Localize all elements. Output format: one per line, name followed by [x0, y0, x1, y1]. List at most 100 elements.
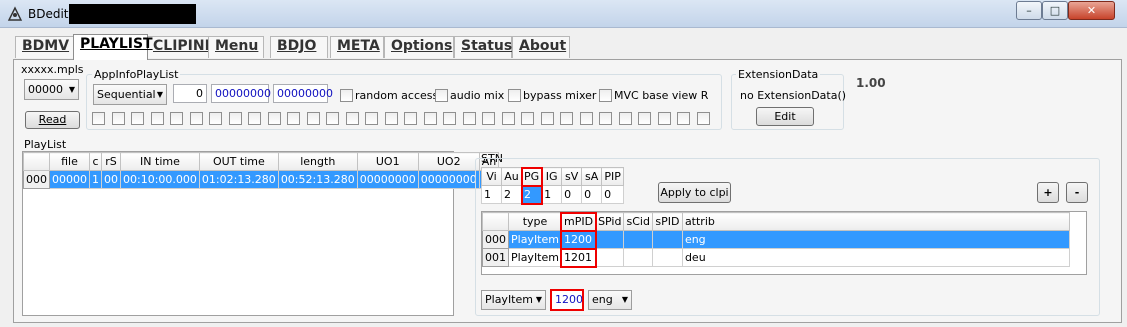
- uo-mask-checkbox[interactable]: [287, 112, 300, 125]
- column-header[interactable]: mPID: [560, 211, 597, 232]
- column-header[interactable]: IN time: [120, 152, 200, 171]
- uo-mask-checkbox[interactable]: [326, 112, 339, 125]
- uo-mask-checkbox[interactable]: [228, 112, 242, 125]
- uo-mask-checkbox[interactable]: [521, 112, 534, 125]
- apply-to-clpi-button[interactable]: Apply to clpi: [658, 182, 731, 203]
- table-cell[interactable]: [651, 230, 683, 249]
- stream-type-select[interactable]: PlayItem ▼: [481, 290, 546, 310]
- tab-menu[interactable]: Menu: [208, 36, 264, 58]
- table-cell[interactable]: 01:02:13.280: [198, 170, 279, 189]
- uo-mask-checkbox[interactable]: [92, 112, 105, 125]
- uo-mask-checkbox[interactable]: [267, 112, 281, 125]
- uo-mask-checkbox[interactable]: [189, 112, 203, 125]
- tab-playlist[interactable]: PLAYLIST: [73, 34, 153, 60]
- column-header[interactable]: UO1: [356, 152, 419, 171]
- tab-about[interactable]: About: [512, 36, 570, 58]
- table-cell[interactable]: 00: [101, 170, 121, 189]
- playlist-count-input[interactable]: 0: [173, 84, 207, 103]
- mpid-input[interactable]: 1200: [550, 289, 584, 311]
- table-row[interactable]: 000 PlayItem 1200 eng: [482, 229, 1071, 250]
- uo-mask-checkbox[interactable]: [170, 112, 183, 125]
- tab-meta[interactable]: META: [330, 36, 384, 58]
- table-cell[interactable]: [595, 248, 625, 267]
- uo-mask2-input[interactable]: 00000000: [273, 84, 333, 103]
- table-cell[interactable]: eng: [681, 230, 1071, 249]
- uo-mask-checkbox[interactable]: [404, 112, 417, 125]
- uo-mask-checkbox[interactable]: [150, 112, 164, 125]
- uo-mask-checkbox[interactable]: [482, 112, 495, 125]
- tab-bdjo[interactable]: BDJO: [270, 36, 328, 58]
- uo-mask-checkbox[interactable]: [443, 112, 456, 125]
- column-header[interactable]: type: [508, 212, 562, 231]
- read-button[interactable]: Read: [25, 111, 80, 129]
- table-cell[interactable]: PlayItem: [508, 248, 562, 267]
- table-cell[interactable]: 1: [481, 185, 502, 204]
- add-stream-button[interactable]: +: [1037, 182, 1059, 203]
- extension-edit-button[interactable]: Edit: [756, 107, 814, 126]
- uo-mask-checkbox[interactable]: [599, 112, 612, 125]
- table-cell[interactable]: 0: [601, 185, 625, 204]
- table-cell[interactable]: PlayItem: [508, 230, 562, 249]
- table-cell[interactable]: 0: [581, 185, 603, 204]
- table-cell[interactable]: 1: [541, 185, 563, 204]
- close-button[interactable]: ✕: [1068, 1, 1115, 20]
- tab-clipinf[interactable]: CLIPINF: [146, 36, 214, 58]
- table-row[interactable]: 001 PlayItem 1201 deu: [482, 247, 1071, 268]
- column-header[interactable]: rS: [101, 152, 121, 171]
- uo-mask-checkbox[interactable]: [131, 112, 144, 125]
- table-cell[interactable]: 00000000: [417, 170, 480, 189]
- minimize-button[interactable]: –: [1016, 1, 1042, 20]
- language-select[interactable]: eng ▼: [588, 290, 632, 310]
- column-header[interactable]: [23, 152, 50, 171]
- uo-mask-checkbox[interactable]: [462, 112, 476, 125]
- uo-mask-checkbox[interactable]: [540, 112, 554, 125]
- column-header[interactable]: UO2: [417, 152, 480, 171]
- column-header[interactable]: sPID: [651, 212, 683, 231]
- table-cell[interactable]: 2: [501, 185, 522, 204]
- playback-type-select[interactable]: Sequential ▼: [93, 84, 167, 105]
- uo-mask-checkbox[interactable]: [638, 112, 651, 125]
- uo-mask-checkbox[interactable]: [365, 112, 378, 125]
- uo-mask-checkbox[interactable]: [306, 112, 320, 125]
- table-cell[interactable]: 0: [561, 185, 583, 204]
- uo-mask-checkbox[interactable]: [657, 112, 671, 125]
- column-header[interactable]: c: [89, 152, 102, 171]
- table-row[interactable]: 000 00000 1 00 00:10:00.000 01:02:13.280…: [23, 170, 500, 189]
- uo-mask1-input[interactable]: 00000000: [211, 84, 271, 103]
- uo-mask-checkbox[interactable]: [501, 112, 515, 125]
- column-header[interactable]: [482, 212, 509, 231]
- uo-mask-checkbox[interactable]: [111, 112, 125, 125]
- mvc-base-view-checkbox[interactable]: [599, 89, 612, 102]
- uo-mask-checkbox[interactable]: [677, 112, 690, 125]
- column-header[interactable]: SPid: [595, 212, 625, 231]
- tab-bdmv[interactable]: BDMV: [15, 36, 75, 58]
- column-header[interactable]: file: [49, 152, 90, 171]
- table-cell[interactable]: 00:10:00.000: [120, 170, 200, 189]
- uo-mask-checkbox[interactable]: [345, 112, 359, 125]
- table-cell[interactable]: 1200: [560, 229, 597, 250]
- tab-status[interactable]: Status: [454, 36, 512, 58]
- table-cell[interactable]: 00000000: [356, 170, 419, 189]
- table-cell[interactable]: [595, 230, 625, 249]
- random-access-checkbox[interactable]: [340, 89, 353, 102]
- remove-stream-button[interactable]: -: [1066, 182, 1088, 203]
- audio-mix-checkbox[interactable]: [435, 89, 448, 102]
- uo-mask-checkbox[interactable]: [209, 112, 222, 125]
- table-cell[interactable]: 1: [89, 170, 102, 189]
- uo-mask-checkbox[interactable]: [696, 112, 710, 125]
- column-header[interactable]: OUT time: [198, 152, 279, 171]
- uo-mask-checkbox[interactable]: [560, 112, 573, 125]
- uo-mask-checkbox[interactable]: [248, 112, 261, 125]
- uo-mask-checkbox[interactable]: [423, 112, 437, 125]
- uo-mask-checkbox[interactable]: [579, 112, 593, 125]
- column-header[interactable]: sCid: [623, 212, 653, 231]
- uo-mask-checkbox[interactable]: [384, 112, 398, 125]
- table-cell[interactable]: [623, 248, 653, 267]
- tab-options[interactable]: Options: [384, 36, 454, 58]
- column-header[interactable]: attrib: [681, 212, 1071, 231]
- bypass-mixer-checkbox[interactable]: [508, 89, 521, 102]
- maximize-button[interactable]: □: [1042, 1, 1068, 20]
- table-cell[interactable]: 00000: [49, 170, 90, 189]
- table-cell[interactable]: 1201: [560, 247, 597, 268]
- file-number-select[interactable]: 00000 ▼: [24, 79, 79, 100]
